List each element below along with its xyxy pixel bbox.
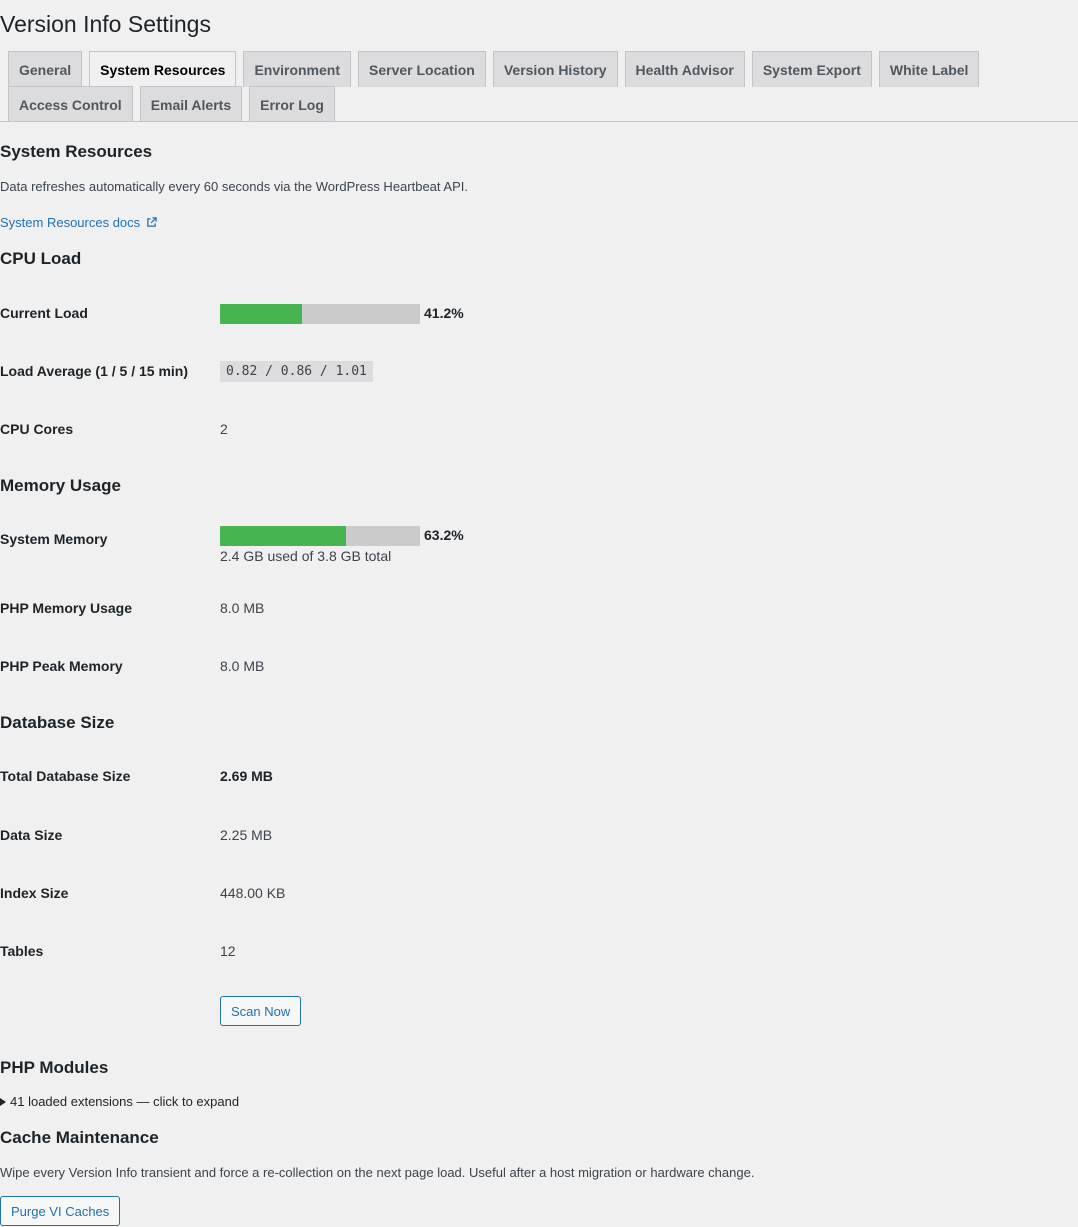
current-load-bar-fill (220, 304, 303, 324)
data-size-label: Data Size (0, 827, 63, 843)
memory-usage-heading: Memory Usage (0, 476, 121, 495)
php-memory-usage-value: 8.0 MB (220, 600, 265, 616)
tab-health-advisor[interactable]: Health Advisor (624, 51, 745, 87)
php-modules-toggle[interactable]: 41 loaded extensions — click to expand (0, 1094, 239, 1109)
tab-bar: General System Resources Environment Ser… (8, 51, 1078, 122)
current-load-percent: 41.2% (424, 305, 464, 321)
php-peak-memory-label: PHP Peak Memory (0, 658, 123, 674)
cpu-load-heading: CPU Load (0, 249, 82, 268)
php-peak-memory-value: 8.0 MB (220, 658, 265, 674)
tab-row-2: Access Control Email Alerts Error Log (8, 86, 1078, 122)
tab-error-log[interactable]: Error Log (249, 86, 335, 122)
php-memory-usage-label: PHP Memory Usage (0, 600, 133, 616)
tab-server-location[interactable]: Server Location (358, 51, 486, 87)
cpu-cores-value: 2 (220, 421, 228, 437)
system-memory-bar (220, 526, 420, 546)
tab-environment[interactable]: Environment (243, 51, 352, 87)
current-load-label: Current Load (0, 305, 88, 321)
cache-description: Wipe every Version Info transient and fo… (0, 1165, 755, 1180)
system-resources-heading: System Resources (0, 142, 153, 161)
system-memory-bar-fill (220, 526, 347, 546)
tab-white-label[interactable]: White Label (878, 51, 980, 87)
refresh-description: Data refreshes automatically every 60 se… (0, 179, 468, 194)
tab-row-1: General System Resources Environment Ser… (8, 51, 1078, 87)
docs-link[interactable]: System Resources docs (0, 215, 157, 230)
page-title: Version Info Settings (0, 11, 211, 37)
total-database-size-value: 2.69 MB (220, 768, 273, 784)
php-modules-summary: 41 loaded extensions — click to expand (10, 1094, 240, 1109)
tab-access-control[interactable]: Access Control (8, 86, 133, 122)
system-memory-detail: 2.4 GB used of 3.8 GB total (220, 548, 392, 564)
disclosure-triangle-icon (0, 1097, 6, 1106)
index-size-value: 448.00 KB (220, 885, 286, 901)
total-database-size-label: Total Database Size (0, 768, 131, 784)
tab-system-resources[interactable]: System Resources (89, 51, 237, 87)
tables-value: 12 (220, 943, 236, 959)
index-size-label: Index Size (0, 885, 69, 901)
cache-maintenance-heading: Cache Maintenance (0, 1128, 159, 1147)
cpu-cores-label: CPU Cores (0, 421, 74, 437)
tab-email-alerts[interactable]: Email Alerts (139, 86, 243, 122)
tab-version-history[interactable]: Version History (492, 51, 618, 87)
load-average-label: Load Average (1 / 5 / 15 min) (0, 363, 189, 379)
docs-link-label: System Resources docs (0, 215, 141, 230)
tab-general[interactable]: General (8, 51, 83, 87)
external-link-icon (147, 217, 157, 227)
tables-label: Tables (0, 943, 44, 959)
system-memory-percent: 63.2% (424, 527, 464, 543)
system-memory-label: System Memory (0, 531, 108, 547)
load-average-value: 0.82 / 0.86 / 1.01 (220, 361, 373, 382)
purge-caches-button[interactable]: Purge VI Caches (0, 1196, 121, 1226)
tab-divider (0, 121, 1078, 122)
data-size-value: 2.25 MB (220, 827, 273, 843)
scan-now-button[interactable]: Scan Now (220, 996, 302, 1026)
current-load-bar (220, 304, 420, 324)
php-modules-heading: PHP Modules (0, 1058, 109, 1077)
database-size-heading: Database Size (0, 713, 115, 732)
tab-system-export[interactable]: System Export (751, 51, 872, 87)
